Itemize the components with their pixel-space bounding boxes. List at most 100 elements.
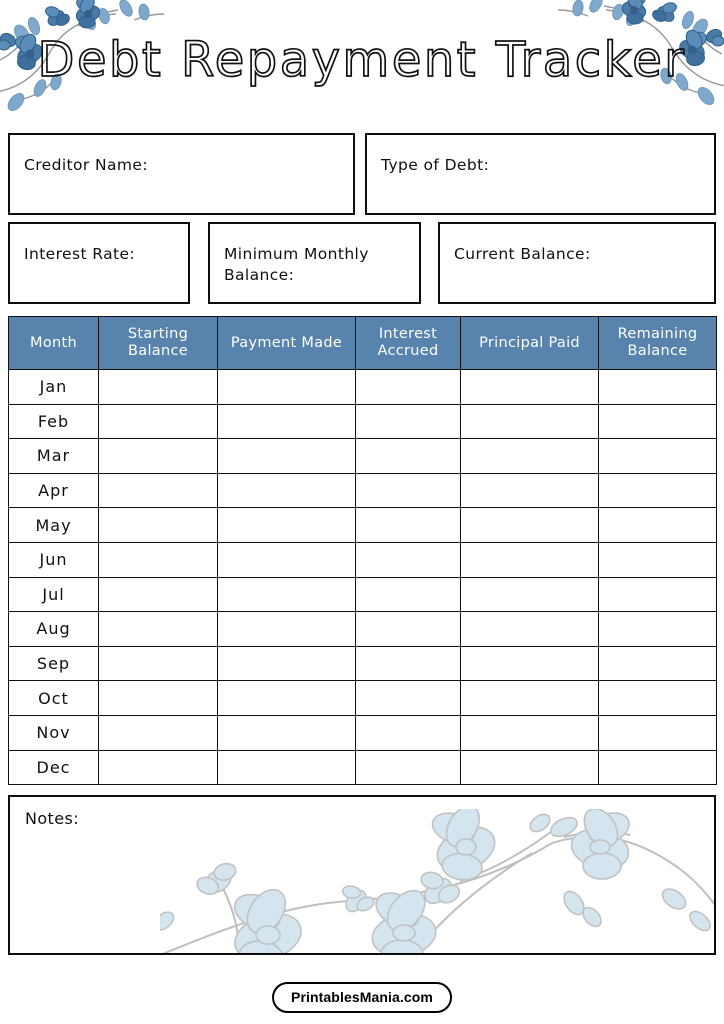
cell-interest-accrued[interactable] — [355, 714, 461, 751]
table-row: Mar — [8, 438, 717, 474]
cell-starting-balance[interactable] — [98, 611, 218, 647]
cell-remaining-balance[interactable] — [598, 680, 717, 716]
fields-row-primary: Creditor Name: Type of Debt: — [8, 133, 716, 215]
cell-remaining-balance[interactable] — [598, 438, 717, 474]
cell-starting-balance[interactable] — [98, 472, 218, 509]
table-row: Jun — [8, 541, 717, 578]
cell-payment-made[interactable] — [217, 507, 356, 543]
cell-interest-accrued[interactable] — [355, 576, 461, 613]
cell-remaining-balance[interactable] — [598, 541, 717, 578]
cell-remaining-balance[interactable] — [598, 645, 717, 682]
month-label-feb: Feb — [8, 403, 99, 440]
cell-principal-paid[interactable] — [460, 438, 599, 474]
cell-remaining-balance[interactable] — [598, 507, 717, 543]
month-label-may: May — [8, 507, 99, 543]
notes-label: Notes: — [25, 809, 80, 828]
cell-principal-paid[interactable] — [460, 472, 599, 509]
notes-section[interactable]: Notes: — [8, 795, 716, 955]
cell-remaining-balance[interactable] — [598, 714, 717, 751]
table-row: Jan — [8, 369, 717, 405]
cell-payment-made[interactable] — [217, 645, 356, 682]
cell-interest-accrued[interactable] — [355, 645, 461, 682]
cell-payment-made[interactable] — [217, 611, 356, 647]
cell-remaining-balance[interactable] — [598, 369, 717, 405]
cell-principal-paid[interactable] — [460, 680, 599, 716]
month-label-sep: Sep — [8, 645, 99, 682]
cell-payment-made[interactable] — [217, 680, 356, 716]
cell-starting-balance[interactable] — [98, 438, 218, 474]
month-label-oct: Oct — [8, 680, 99, 716]
column-header-remaining-balance: Remaining Balance — [598, 316, 717, 370]
cell-interest-accrued[interactable] — [355, 680, 461, 716]
column-header-starting-balance: Starting Balance — [98, 316, 218, 370]
cell-payment-made[interactable] — [217, 369, 356, 405]
cell-principal-paid[interactable] — [460, 645, 599, 682]
month-label-mar: Mar — [8, 438, 99, 474]
table-row: Aug — [8, 611, 717, 647]
cell-interest-accrued[interactable] — [355, 472, 461, 509]
table-row: Sep — [8, 645, 717, 682]
cell-interest-accrued[interactable] — [355, 541, 461, 578]
table-row: May — [8, 507, 717, 543]
interest-rate-label: Interest Rate: — [24, 245, 136, 263]
cell-interest-accrued[interactable] — [355, 749, 461, 786]
table-row: Jul — [8, 576, 717, 613]
cell-payment-made[interactable] — [217, 403, 356, 440]
cell-payment-made[interactable] — [217, 576, 356, 613]
cell-starting-balance[interactable] — [98, 576, 218, 613]
cell-interest-accrued[interactable] — [355, 611, 461, 647]
minimum-monthly-balance-field[interactable]: Minimum Monthly Balance: — [208, 222, 421, 304]
column-header-principal-paid: Principal Paid — [460, 316, 599, 370]
month-label-nov: Nov — [8, 714, 99, 751]
cell-starting-balance[interactable] — [98, 680, 218, 716]
cell-principal-paid[interactable] — [460, 576, 599, 613]
cell-principal-paid[interactable] — [460, 403, 599, 440]
cell-principal-paid[interactable] — [460, 714, 599, 751]
cell-principal-paid[interactable] — [460, 541, 599, 578]
cell-remaining-balance[interactable] — [598, 749, 717, 786]
cell-starting-balance[interactable] — [98, 507, 218, 543]
minimum-monthly-balance-label: Minimum Monthly Balance: — [224, 245, 369, 284]
cell-starting-balance[interactable] — [98, 369, 218, 405]
cell-interest-accrued[interactable] — [355, 438, 461, 474]
interest-rate-field[interactable]: Interest Rate: — [8, 222, 190, 304]
cell-interest-accrued[interactable] — [355, 403, 461, 440]
debt-repayment-table: Month Starting Balance Payment Made Inte… — [8, 316, 717, 786]
cell-interest-accrued[interactable] — [355, 507, 461, 543]
cell-starting-balance[interactable] — [98, 645, 218, 682]
column-header-interest-accrued: Interest Accrued — [355, 316, 461, 370]
current-balance-label: Current Balance: — [454, 245, 591, 263]
cell-starting-balance[interactable] — [98, 714, 218, 751]
cell-payment-made[interactable] — [217, 438, 356, 474]
cell-payment-made[interactable] — [217, 541, 356, 578]
column-header-payment-made: Payment Made — [217, 316, 356, 370]
brand-badge[interactable]: PrintablesMania.com — [272, 982, 452, 1013]
cell-starting-balance[interactable] — [98, 749, 218, 786]
cell-principal-paid[interactable] — [460, 749, 599, 786]
table-row: Dec — [8, 749, 717, 786]
cell-remaining-balance[interactable] — [598, 472, 717, 509]
current-balance-field[interactable]: Current Balance: — [438, 222, 716, 304]
creditor-name-field[interactable]: Creditor Name: — [8, 133, 355, 215]
cell-principal-paid[interactable] — [460, 611, 599, 647]
cell-interest-accrued[interactable] — [355, 369, 461, 405]
cell-remaining-balance[interactable] — [598, 403, 717, 440]
cell-payment-made[interactable] — [217, 749, 356, 786]
cell-starting-balance[interactable] — [98, 403, 218, 440]
cell-starting-balance[interactable] — [98, 541, 218, 578]
month-label-jan: Jan — [8, 369, 99, 405]
cell-principal-paid[interactable] — [460, 507, 599, 543]
cell-remaining-balance[interactable] — [598, 576, 717, 613]
cell-payment-made[interactable] — [217, 472, 356, 509]
page-title: Debt Repayment Tracker — [37, 31, 687, 89]
month-label-jun: Jun — [8, 541, 99, 578]
column-header-month: Month — [8, 316, 99, 370]
cell-payment-made[interactable] — [217, 714, 356, 751]
table-row: Oct — [8, 680, 717, 716]
type-of-debt-field[interactable]: Type of Debt: — [365, 133, 716, 215]
table-header-row: Month Starting Balance Payment Made Inte… — [8, 316, 717, 370]
cell-principal-paid[interactable] — [460, 369, 599, 405]
cell-remaining-balance[interactable] — [598, 611, 717, 647]
fields-row-secondary: Interest Rate: Minimum Monthly Balance: … — [8, 222, 716, 304]
table-row: Apr — [8, 472, 717, 509]
